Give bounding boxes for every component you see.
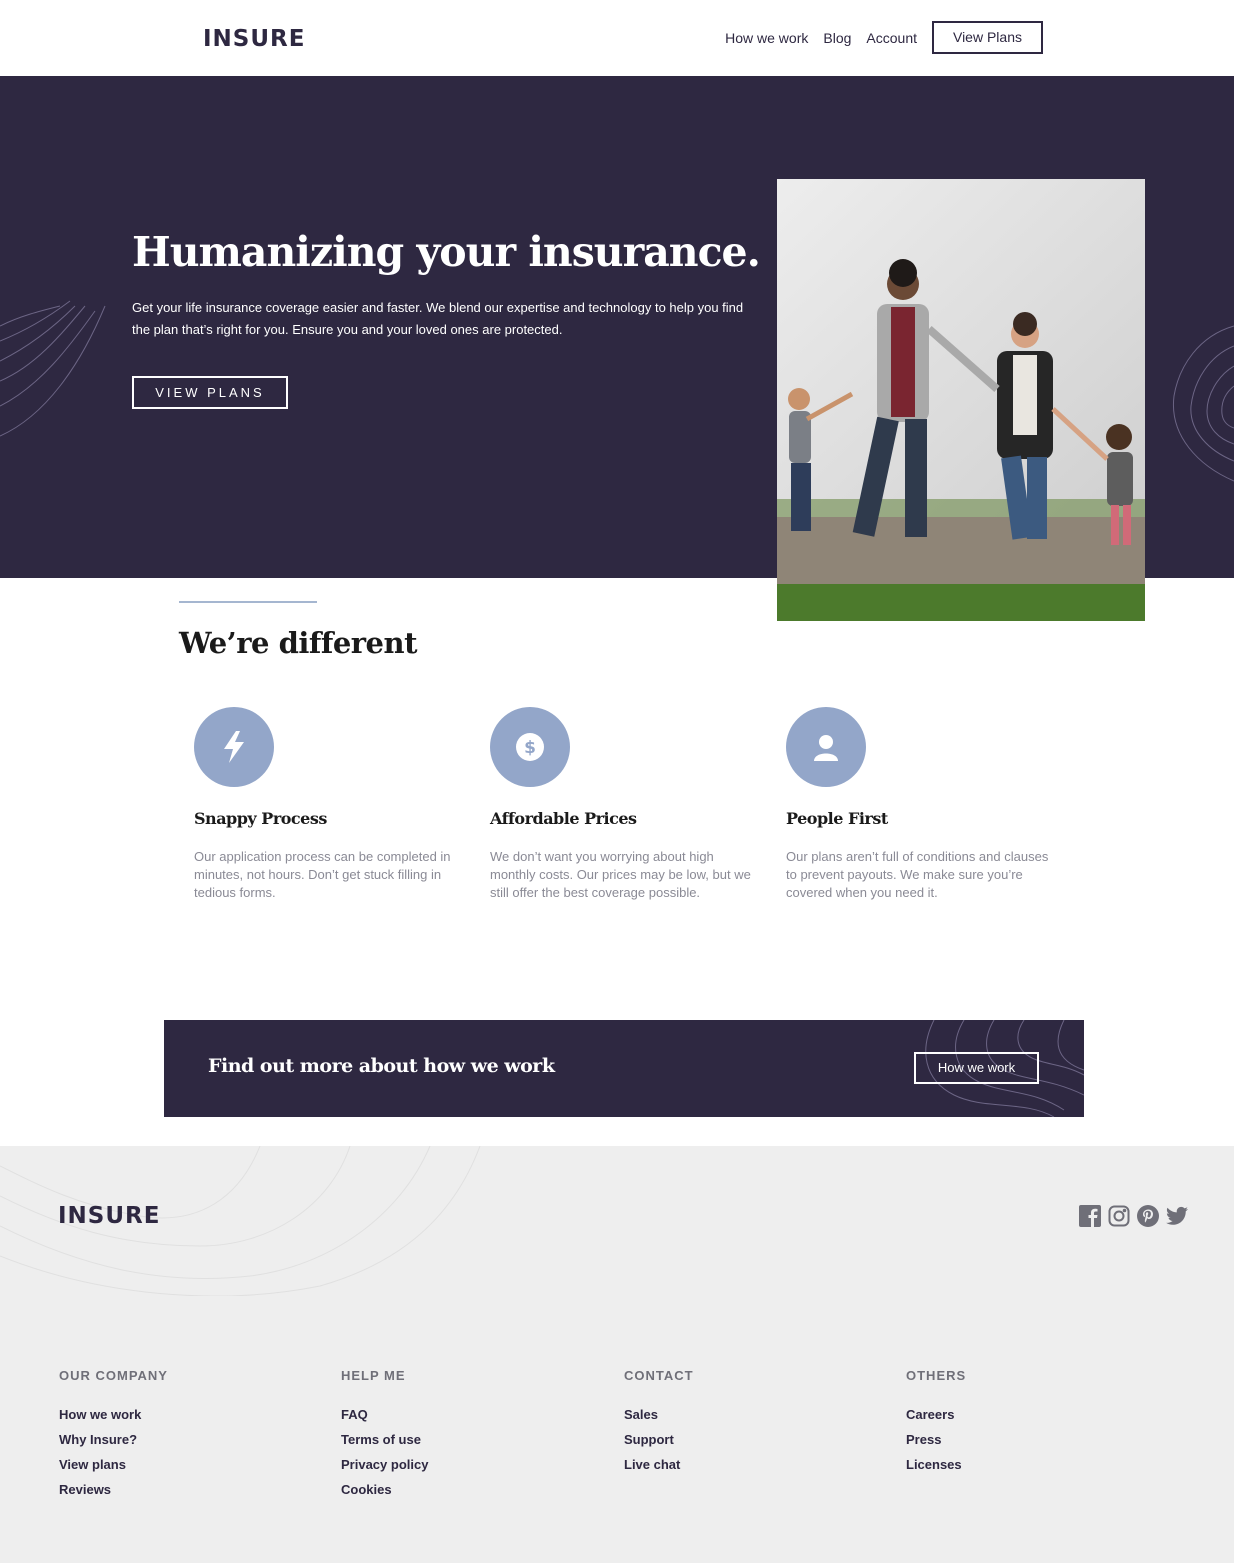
footer-link-licenses[interactable]: Licenses (906, 1457, 966, 1474)
feature-people-first: People First Our plans aren’t full of co… (786, 707, 1056, 902)
footer-link-live-chat[interactable]: Live chat (624, 1457, 694, 1474)
feature-title: Affordable Prices (490, 809, 637, 828)
hero-description: Get your life insurance coverage easier … (132, 300, 744, 337)
feature-text: We don’t want you worrying about high mo… (490, 849, 751, 900)
section-title: We’re different (179, 626, 417, 660)
feature-snappy-process: Snappy Process Our application process c… (194, 707, 464, 902)
section-divider (179, 601, 317, 603)
dollar-icon: $ (516, 733, 544, 761)
footer-logo[interactable]: INSURE (58, 1203, 160, 1229)
person-icon (814, 735, 838, 761)
feature-icon-circle: $ (490, 707, 570, 787)
footer-link-faq[interactable]: FAQ (341, 1407, 428, 1424)
logo[interactable]: INSURE (203, 26, 305, 52)
contour-pattern-left (0, 300, 106, 437)
instagram-icon[interactable] (1107, 1204, 1131, 1228)
site-header: INSURE How we work Blog Account View Pla… (0, 0, 1234, 76)
hero-view-plans-button[interactable]: VIEW PLANS (132, 376, 288, 409)
contour-pattern-right (1172, 325, 1234, 482)
view-plans-button[interactable]: View Plans (932, 21, 1043, 54)
lightning-icon (224, 731, 244, 763)
footer-column-contact: CONTACT Sales Support Live chat (624, 1368, 694, 1482)
twitter-icon[interactable] (1165, 1204, 1189, 1228)
feature-text: Our application process can be completed… (194, 849, 451, 900)
footer-link-terms-of-use[interactable]: Terms of use (341, 1432, 428, 1449)
nav-how-we-work[interactable]: How we work (725, 30, 808, 46)
feature-icon-circle (786, 707, 866, 787)
hero-title: Humanizing your insurance. (132, 228, 761, 276)
footer-column-others: OTHERS Careers Press Licenses (906, 1368, 966, 1482)
family-photo (777, 179, 1145, 621)
nav-blog[interactable]: Blog (823, 30, 851, 46)
footer-link-why-insure[interactable]: Why Insure? (59, 1432, 168, 1449)
footer-link-press[interactable]: Press (906, 1432, 966, 1449)
svg-text:$: $ (524, 738, 536, 758)
feature-title: Snappy Process (194, 809, 327, 828)
facebook-icon[interactable] (1078, 1204, 1102, 1228)
footer-link-support[interactable]: Support (624, 1432, 694, 1449)
main-nav: How we work Blog Account View Plans (710, 21, 1043, 54)
footer-heading: CONTACT (624, 1368, 694, 1383)
feature-title: People First (786, 809, 888, 828)
nav-account[interactable]: Account (866, 30, 917, 46)
footer-heading: HELP ME (341, 1368, 406, 1383)
footer-link-view-plans[interactable]: View plans (59, 1457, 168, 1474)
footer-heading: OTHERS (906, 1368, 967, 1383)
site-footer: INSURE OUR COMPANY How we work Why Insur… (0, 1146, 1234, 1563)
feature-icon-circle (194, 707, 274, 787)
footer-link-careers[interactable]: Careers (906, 1407, 966, 1424)
how-we-work-banner: Find out more about how we work How we w… (164, 1020, 1084, 1117)
how-we-work-button[interactable]: How we work (914, 1052, 1039, 1084)
footer-heading: OUR COMPANY (59, 1368, 168, 1383)
feature-text: Our plans aren’t full of conditions and … (786, 849, 1049, 900)
footer-link-sales[interactable]: Sales (624, 1407, 694, 1424)
footer-link-how-we-work[interactable]: How we work (59, 1407, 168, 1424)
banner-title: Find out more about how we work (208, 1055, 555, 1077)
social-links (1073, 1204, 1189, 1228)
footer-link-reviews[interactable]: Reviews (59, 1482, 168, 1499)
footer-link-privacy-policy[interactable]: Privacy policy (341, 1457, 428, 1474)
footer-column-our-company: OUR COMPANY How we work Why Insure? View… (59, 1368, 168, 1507)
footer-column-help-me: HELP ME FAQ Terms of use Privacy policy … (341, 1368, 428, 1507)
pinterest-icon[interactable] (1136, 1204, 1160, 1228)
footer-link-cookies[interactable]: Cookies (341, 1482, 428, 1499)
feature-affordable-prices: $ Affordable Prices We don’t want you wo… (490, 707, 760, 902)
